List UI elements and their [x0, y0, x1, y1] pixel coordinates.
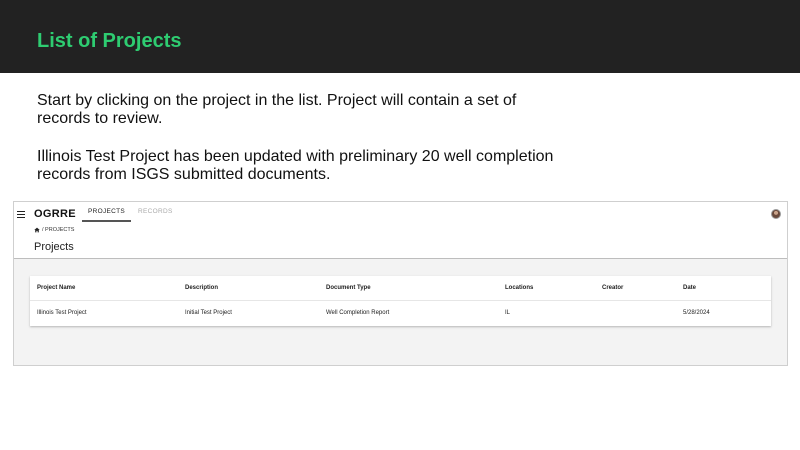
cell-description: Initial Test Project: [185, 310, 232, 316]
app-logo[interactable]: OGRRE: [34, 208, 76, 220]
home-icon[interactable]: [34, 227, 40, 233]
column-header-date[interactable]: Date: [683, 285, 696, 291]
menu-icon[interactable]: [17, 211, 25, 218]
cell-document-type: Well Completion Report: [326, 310, 390, 316]
column-header-locations[interactable]: Locations: [505, 285, 533, 291]
app-screenshot: OGRRE PROJECTS RECORDS / PROJECTS Projec…: [13, 201, 788, 366]
instruction-text: Start by clicking on the project in the …: [37, 92, 517, 127]
column-header-project-name[interactable]: Project Name: [37, 285, 75, 291]
table-header-row: Project Name Description Document Type L…: [30, 276, 771, 301]
column-header-document-type[interactable]: Document Type: [326, 285, 371, 291]
tab-projects[interactable]: PROJECTS: [82, 208, 131, 222]
column-header-description[interactable]: Description: [185, 285, 218, 291]
projects-table: Project Name Description Document Type L…: [30, 276, 771, 326]
app-header: OGRRE PROJECTS RECORDS / PROJECTS Projec…: [14, 202, 787, 259]
slide-title: List of Projects: [37, 30, 182, 52]
breadcrumb-projects[interactable]: / PROJECTS: [42, 227, 74, 233]
column-header-creator[interactable]: Creator: [602, 285, 623, 291]
cell-project-name: Illinois Test Project: [37, 310, 87, 316]
avatar[interactable]: [771, 209, 781, 219]
page-title: Projects: [34, 241, 74, 253]
slide-header: List of Projects: [0, 0, 800, 73]
cell-date: 5/28/2024: [683, 310, 710, 316]
table-row[interactable]: Illinois Test Project Initial Test Proje…: [30, 301, 771, 326]
cell-locations: IL: [505, 310, 511, 316]
update-note-text: Illinois Test Project has been updated w…: [37, 148, 554, 183]
tab-records[interactable]: RECORDS: [138, 208, 173, 222]
breadcrumb: / PROJECTS: [34, 227, 74, 233]
